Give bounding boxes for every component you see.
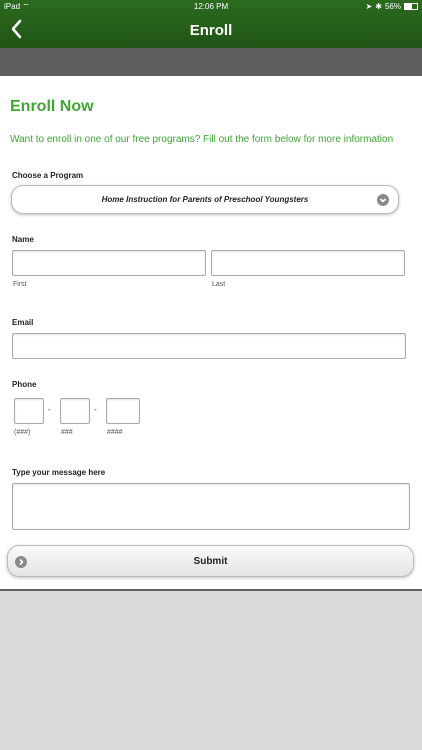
name-label: Name <box>12 235 34 244</box>
program-select[interactable]: Home Instruction for Parents of Preschoo… <box>11 185 399 214</box>
phone-label: Phone <box>12 380 37 389</box>
submit-arrow-icon <box>15 556 27 568</box>
top-gray-band <box>0 48 422 76</box>
program-selected-value: Home Instruction for Parents of Preschoo… <box>101 195 309 204</box>
bottom-gray-area <box>0 589 422 750</box>
bluetooth-icon: ✱ <box>375 2 382 11</box>
battery-icon <box>404 3 418 10</box>
last-name-field[interactable] <box>211 250 405 276</box>
submit-label: Submit <box>193 555 228 567</box>
battery-percent: 56% <box>384 2 401 11</box>
phone-line-field[interactable] <box>106 398 140 424</box>
phone-prefix-hint: ### <box>61 429 73 436</box>
phone-area-hint: (###) <box>14 429 31 436</box>
location-icon: ➤ <box>365 2 373 11</box>
first-name-sublabel: First <box>13 281 27 288</box>
form-heading: Enroll Now <box>10 98 94 115</box>
phone-separator: - <box>48 405 51 414</box>
phone-prefix-field[interactable] <box>60 398 90 424</box>
phone-separator: - <box>94 405 97 414</box>
status-indicators: ➤ ✱ 56% <box>366 2 418 11</box>
first-name-field[interactable] <box>12 250 206 276</box>
chevron-down-icon <box>377 194 389 206</box>
email-field[interactable] <box>12 333 406 359</box>
phone-area-code-field[interactable] <box>14 398 44 424</box>
message-textarea[interactable] <box>12 483 410 530</box>
phone-line-hint: #### <box>107 429 123 436</box>
page-title: Enroll <box>189 22 233 39</box>
status-time: 12:06 PM <box>193 2 229 11</box>
submit-button[interactable]: Submit <box>7 545 414 577</box>
program-label: Choose a Program <box>12 171 84 180</box>
message-label: Type your message here <box>12 468 106 477</box>
app-header: iPad ⌔ 12:06 PM ➤ ✱ 56% Enroll <box>0 0 422 48</box>
battery-fill <box>405 4 412 9</box>
status-bar: iPad ⌔ 12:06 PM ➤ ✱ 56% <box>0 0 422 14</box>
email-label: Email <box>12 318 34 327</box>
form-intro-text: Want to enroll in one of our free progra… <box>10 134 394 145</box>
last-name-sublabel: Last <box>212 281 226 288</box>
